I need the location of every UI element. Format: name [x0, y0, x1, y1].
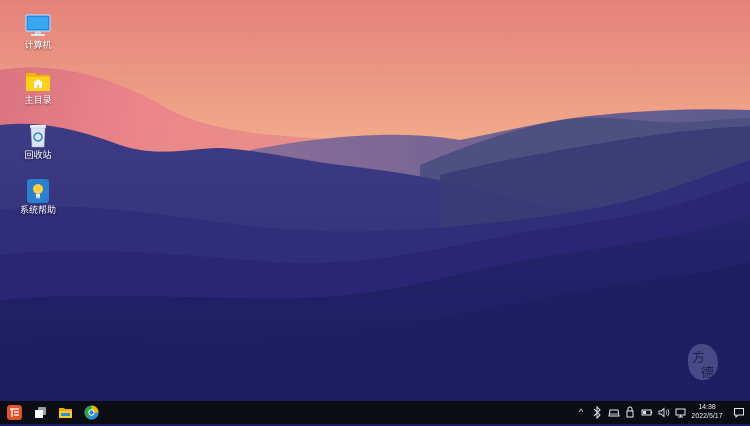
desktop-icon-home[interactable]: 主目录	[8, 69, 68, 106]
file-manager-button[interactable]	[57, 404, 74, 421]
notification-button[interactable]	[733, 405, 745, 420]
volume-icon[interactable]	[658, 405, 670, 420]
desktop-icon-recycle-bin[interactable]: 回收站	[8, 124, 68, 161]
home-folder-icon	[25, 69, 51, 93]
bluetooth-icon[interactable]	[592, 405, 602, 420]
system-clock[interactable]: 14:38 2022/5/17	[686, 403, 728, 421]
watermark-char: 德	[701, 366, 715, 381]
battery-icon[interactable]	[641, 405, 653, 420]
help-bulb-icon	[25, 179, 51, 203]
notification-icon	[734, 408, 744, 419]
desktop-icon-label: 计算机	[24, 40, 52, 50]
clock-time: 14:38	[698, 404, 716, 411]
tray-expand-button[interactable]: ^	[576, 405, 586, 420]
recycle-bin-icon	[25, 124, 51, 148]
desktop-icon-label: 主目录	[24, 95, 52, 105]
multitask-view-button[interactable]	[32, 404, 49, 421]
browser-button[interactable]	[83, 404, 100, 421]
drive-icon[interactable]	[608, 405, 620, 420]
browser-icon	[84, 405, 99, 420]
desktop-icon-label: 系统帮助	[19, 205, 56, 215]
desktop-icon-system-help[interactable]: 系统帮助	[8, 179, 68, 216]
taskbar: ^ 14:38 2022/5/17	[0, 401, 750, 424]
start-menu-icon	[7, 405, 22, 420]
desktop-wallpaper	[0, 0, 750, 401]
lock-icon[interactable]	[625, 405, 635, 420]
desktop-icon-label: 回收站	[24, 150, 52, 160]
clock-date: 2022/5/17	[691, 413, 723, 420]
multitask-view-icon	[35, 407, 46, 418]
file-manager-icon	[59, 408, 72, 418]
computer-icon	[25, 14, 51, 38]
desktop-icon-computer[interactable]: 计算机	[8, 14, 68, 51]
start-menu-button[interactable]	[6, 404, 23, 421]
watermark-logo: 方 德	[688, 344, 718, 381]
